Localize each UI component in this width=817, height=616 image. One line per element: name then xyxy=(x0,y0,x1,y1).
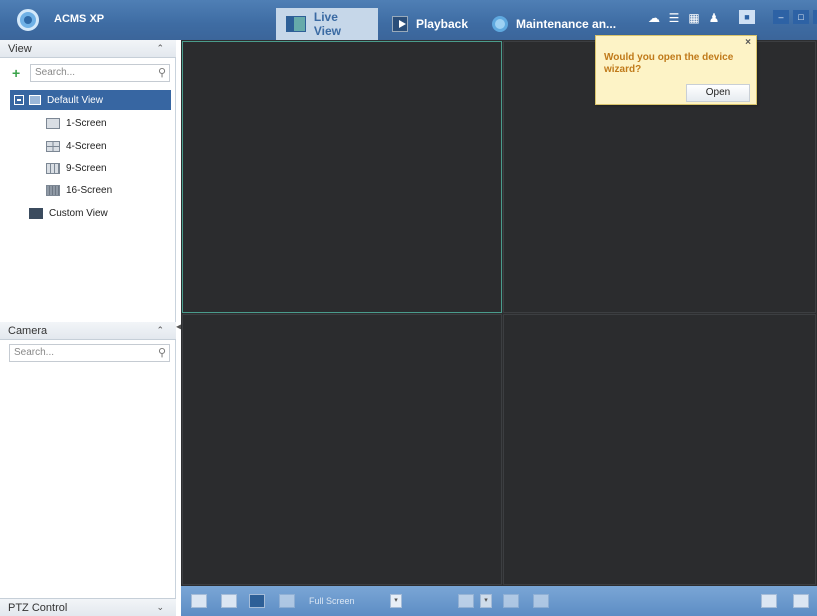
app-title: ACMS XP xyxy=(54,13,105,25)
close-button[interactable]: × xyxy=(813,10,817,24)
title-bar: ACMS XP Live View Playback Maintenance a… xyxy=(0,0,817,40)
tab-maintenance-label: Maintenance an... xyxy=(516,17,617,31)
image-icon[interactable]: ▦ xyxy=(688,12,700,24)
search-icon[interactable]: ⚲ xyxy=(158,346,166,359)
save-layout-icon[interactable] xyxy=(191,594,207,608)
one-screen-icon xyxy=(46,117,60,129)
camera-section-header[interactable]: Camera ⌃ xyxy=(0,322,176,340)
video-cell-3[interactable] xyxy=(182,314,502,585)
four-screen-icon xyxy=(46,140,60,152)
tree-item-label: 9-Screen xyxy=(66,162,107,174)
user-icon[interactable]: ♟ xyxy=(708,12,720,24)
cloud-icon[interactable]: ☁ xyxy=(648,12,660,24)
previous-page-icon[interactable] xyxy=(503,594,519,608)
camera-section-title: Camera xyxy=(8,325,48,337)
tree-item-label: 16-Screen xyxy=(66,184,113,196)
minimize-button[interactable]: – xyxy=(773,10,789,24)
tree-item-label: 1-Screen xyxy=(66,117,107,129)
tab-live-view-label: Live View xyxy=(313,10,342,38)
collapse-icon[interactable] xyxy=(14,95,24,105)
refresh-icon[interactable] xyxy=(458,594,474,608)
full-screen-label[interactable]: Full Screen xyxy=(309,596,355,606)
top-icon-group: ☁ ☰ ▦ ♟ xyxy=(648,12,720,24)
live-view-icon xyxy=(286,16,306,32)
nine-screen-icon xyxy=(46,162,60,174)
chevron-up-icon[interactable]: ⌃ xyxy=(156,43,164,54)
add-view-icon[interactable]: + xyxy=(12,66,24,80)
chevron-up-icon[interactable]: ⌃ xyxy=(156,325,164,336)
open-button[interactable]: Open xyxy=(686,84,750,102)
tree-item-label: Custom View xyxy=(49,207,108,219)
lock-icon[interactable]: ■ xyxy=(739,10,755,24)
tree-item-custom-view[interactable]: Custom View xyxy=(29,203,108,223)
ptz-section-header[interactable]: PTZ Control ⌄ xyxy=(0,598,176,616)
tree-item-4-screen[interactable]: 4-Screen xyxy=(46,136,107,156)
maintenance-icon xyxy=(492,16,508,32)
view-section-header[interactable]: View ⌃ xyxy=(0,40,176,58)
view-section-title: View xyxy=(8,43,32,55)
camera-search-placeholder: Search... xyxy=(14,347,55,358)
menu-list-icon[interactable]: ☰ xyxy=(668,12,680,24)
popup-message: Would you open the device wizard? xyxy=(604,52,734,75)
maximize-button[interactable]: □ xyxy=(793,10,809,24)
refresh-dropdown-icon[interactable]: ▾ xyxy=(480,594,492,608)
custom-view-icon xyxy=(29,207,43,219)
view-search-placeholder: Search... xyxy=(35,67,76,78)
device-wizard-popup: × Would you open the device wizard? Open xyxy=(595,35,757,105)
ptz-section-title: PTZ Control xyxy=(8,602,68,614)
tab-live-view[interactable]: Live View xyxy=(276,8,378,40)
video-cell-1[interactable] xyxy=(182,41,502,313)
tree-item-9-screen[interactable]: 9-Screen xyxy=(46,158,107,178)
playback-icon xyxy=(392,16,408,32)
close-icon[interactable]: × xyxy=(745,37,751,48)
tree-item-label: Default View xyxy=(47,94,103,106)
view-search-input[interactable]: Search... ⚲ xyxy=(30,64,170,82)
chevron-down-icon[interactable]: ⌄ xyxy=(156,602,164,613)
tree-item-1-screen[interactable]: 1-Screen xyxy=(46,113,107,133)
tree-item-label: 4-Screen xyxy=(66,140,107,152)
view-folder-icon xyxy=(29,95,41,105)
tab-playback-label: Playback xyxy=(415,17,468,31)
window-controls: ■ – □ × xyxy=(739,10,817,24)
window-division-icon[interactable] xyxy=(761,594,777,608)
stop-all-icon[interactable] xyxy=(249,594,265,608)
tree-item-16-screen[interactable]: 16-Screen xyxy=(46,180,112,200)
audio-icon[interactable] xyxy=(279,594,295,608)
next-page-icon[interactable] xyxy=(533,594,549,608)
video-cell-4[interactable] xyxy=(503,314,816,585)
tab-playback[interactable]: Playback xyxy=(382,8,478,40)
sixteen-screen-icon xyxy=(46,184,60,196)
app-logo-icon xyxy=(17,9,39,31)
screen-layout-icon[interactable] xyxy=(221,594,237,608)
live-view-area xyxy=(181,40,817,586)
camera-search-input[interactable]: Search... ⚲ xyxy=(9,344,170,362)
close-all-icon[interactable] xyxy=(793,594,809,608)
full-screen-dropdown-icon[interactable]: ▾ xyxy=(390,594,402,608)
bottom-toolbar: Full Screen ▾ ▾ xyxy=(181,586,817,616)
tree-item-default-view[interactable]: Default View xyxy=(10,90,171,110)
search-icon[interactable]: ⚲ xyxy=(158,66,166,79)
